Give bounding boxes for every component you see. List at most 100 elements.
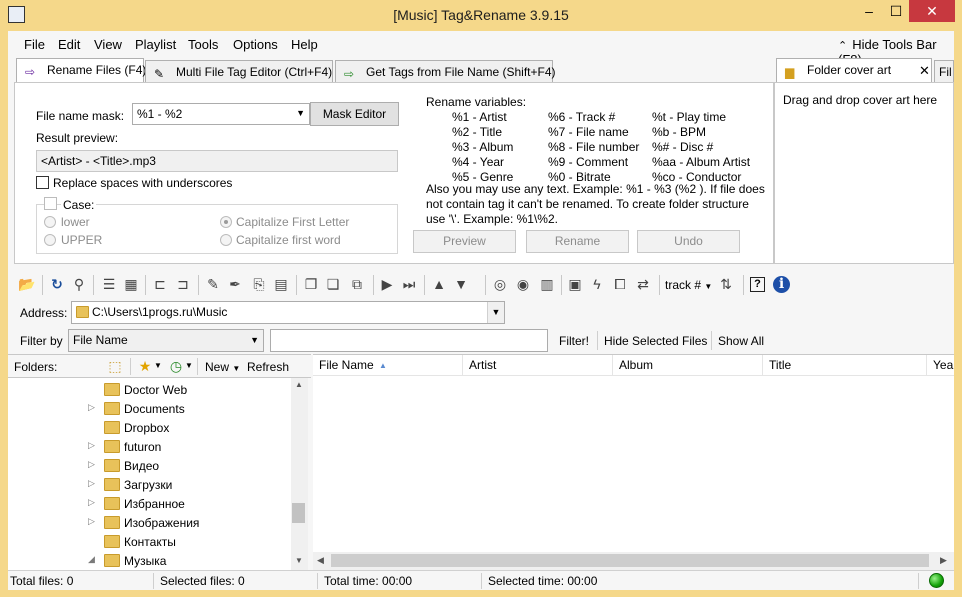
column-header[interactable]: Artist <box>469 358 496 372</box>
folder-tree-item[interactable]: ▷ futuron <box>8 437 291 456</box>
edit-icon[interactable]: ✎ <box>204 275 222 293</box>
paste-tags-icon[interactable]: ⧉ <box>348 275 366 293</box>
preview-button[interactable]: Preview <box>413 230 516 253</box>
folder-tree-item[interactable]: ▷ Загрузки <box>8 475 291 494</box>
menu-tools[interactable]: Tools <box>188 37 218 52</box>
tab-file-info[interactable]: Fil <box>934 60 954 82</box>
case-checkbox[interactable] <box>44 197 57 210</box>
replace-spaces-checkbox[interactable] <box>36 176 49 189</box>
expand-arrow-icon[interactable]: ▷ <box>88 478 95 489</box>
clipboard-icon[interactable]: ⎘ <box>250 275 268 293</box>
expand-arrow-icon[interactable]: ▷ <box>88 516 95 527</box>
scroll-down-icon[interactable]: ▼ <box>295 556 303 565</box>
minimize-button[interactable]: – <box>855 0 883 22</box>
track-number-dropdown[interactable]: track # ▼ <box>665 278 712 292</box>
paste-icon[interactable]: ▤ <box>272 275 290 293</box>
menu-options[interactable]: Options <box>233 37 278 52</box>
file-name-mask-input[interactable]: %1 - %2 ▼ <box>132 103 310 125</box>
lower-radio[interactable] <box>44 216 56 228</box>
scroll-up-icon[interactable]: ▲ <box>295 380 303 389</box>
star-icon[interactable]: ★ <box>136 357 154 375</box>
grid-view-icon[interactable]: ▦ <box>122 275 140 293</box>
expand-arrow-icon[interactable]: ▷ <box>88 497 95 508</box>
hide-selected-files-button[interactable]: Hide Selected Files <box>604 334 707 348</box>
refresh-button[interactable]: Refresh <box>247 360 289 374</box>
folder-up-icon[interactable]: ⬚ <box>106 357 124 375</box>
move-up-icon[interactable]: ▲ <box>430 275 448 293</box>
copy-tags-icon[interactable]: ❏ <box>324 275 342 293</box>
column-divider[interactable] <box>612 355 613 377</box>
file-list-hscrollbar[interactable]: ◀ ▶ <box>313 552 954 570</box>
help-icon[interactable]: ? <box>750 277 765 292</box>
folder-tree-item[interactable]: ▷ Избранное <box>8 494 291 513</box>
capitalize-first-word-radio[interactable] <box>220 234 232 246</box>
folder-tree-item[interactable]: Dropbox <box>8 418 291 437</box>
address-input[interactable]: C:\Users\1progs.ru\Music ▼ <box>71 301 505 324</box>
expand-arrow-icon[interactable]: ▷ <box>88 459 95 470</box>
history-icon[interactable]: ◷ <box>167 357 185 375</box>
cover-art-panel[interactable]: Drag and drop cover art here <box>774 82 954 264</box>
menu-playlist[interactable]: Playlist <box>135 37 176 52</box>
chevron-down-icon[interactable]: ▼ <box>487 302 504 323</box>
scrollbar-thumb[interactable] <box>331 554 929 567</box>
expand-arrow-icon[interactable]: ▷ <box>88 402 95 413</box>
maximize-button[interactable]: ☐ <box>883 0 909 22</box>
rename-button[interactable]: Rename <box>526 230 629 253</box>
numbering-icon[interactable]: ⇄ <box>634 275 652 293</box>
scrollbar-thumb[interactable] <box>292 503 305 523</box>
filter-button[interactable]: Filter! <box>559 334 589 348</box>
list-view-icon[interactable]: ☰ <box>100 275 118 293</box>
pen-icon[interactable]: ✒ <box>226 275 244 293</box>
collapse-arrow-icon[interactable]: ◢ <box>88 554 95 565</box>
menu-view[interactable]: View <box>94 37 122 52</box>
chevron-down-icon[interactable]: ▼ <box>154 361 162 370</box>
menu-help[interactable]: Help <box>291 37 318 52</box>
copy-icon[interactable]: ❐ <box>302 275 320 293</box>
disc-icon[interactable]: ◉ <box>514 275 532 293</box>
folder-tree[interactable]: Doctor Web ▷ Documents Dropbox ▷ futuron ▷ Виде… <box>8 378 291 570</box>
scroll-right-icon[interactable]: ▶ <box>940 555 947 566</box>
column-divider[interactable] <box>762 355 763 377</box>
sort-icon[interactable]: ⇅ <box>717 275 735 293</box>
column-header[interactable]: Title <box>769 358 791 372</box>
folder-tree-item[interactable]: Doctor Web <box>8 380 291 399</box>
save-icon[interactable]: ▣ <box>566 275 584 293</box>
database-icon[interactable]: ▥ <box>538 275 556 293</box>
folder-tree-item[interactable]: ▷ Documents <box>8 399 291 418</box>
tab-get-tags[interactable]: ⇨ Get Tags from File Name (Shift+F4) <box>335 60 556 82</box>
column-header[interactable]: File Name <box>319 358 374 372</box>
tab-rename-files[interactable]: ⇨ Rename Files (F4) <box>16 58 146 82</box>
mask-editor-button[interactable]: Mask Editor <box>310 102 399 126</box>
window-icon[interactable]: ⧠ <box>611 275 629 293</box>
open-folder-icon[interactable]: 📂 <box>18 275 36 293</box>
show-all-button[interactable]: Show All <box>718 334 764 348</box>
new-button[interactable]: New ▼ <box>205 360 240 374</box>
expand-arrow-icon[interactable]: ▷ <box>88 440 95 451</box>
column-divider[interactable] <box>462 355 463 377</box>
lightning-icon[interactable]: ϟ <box>588 275 606 293</box>
filter-text-input[interactable] <box>270 329 548 352</box>
folder-tree-item[interactable]: ◢ Музыка <box>8 551 291 570</box>
undo-button[interactable]: Undo <box>637 230 740 253</box>
upper-radio[interactable] <box>44 234 56 246</box>
folder-up-icon[interactable]: ⊏ <box>151 275 169 293</box>
play-icon[interactable]: ▶ <box>378 275 396 293</box>
close-tab-icon[interactable]: ✕ <box>919 63 930 79</box>
capitalize-first-letter-radio[interactable] <box>220 216 232 228</box>
play-next-icon[interactable]: ⏭ <box>400 275 418 293</box>
menu-file[interactable]: File <box>24 37 45 52</box>
close-button[interactable]: ✕ <box>909 0 955 22</box>
scroll-left-icon[interactable]: ◀ <box>317 555 324 566</box>
tab-multi-file-tag-editor[interactable]: ✎ Multi File Tag Editor (Ctrl+F4) <box>145 60 333 82</box>
chevron-down-icon[interactable]: ▼ <box>185 361 193 370</box>
column-header[interactable]: Yea <box>933 358 953 372</box>
file-list[interactable] <box>313 376 954 552</box>
column-header[interactable]: Album <box>619 358 653 372</box>
folder-tree-item[interactable]: ▷ Изображения <box>8 513 291 532</box>
cd-icon[interactable]: ◎ <box>491 275 509 293</box>
info-icon[interactable]: i <box>773 276 790 293</box>
column-divider[interactable] <box>926 355 927 377</box>
move-down-icon[interactable]: ▼ <box>452 275 470 293</box>
menu-edit[interactable]: Edit <box>58 37 80 52</box>
chevron-down-icon[interactable]: ▼ <box>296 108 305 118</box>
